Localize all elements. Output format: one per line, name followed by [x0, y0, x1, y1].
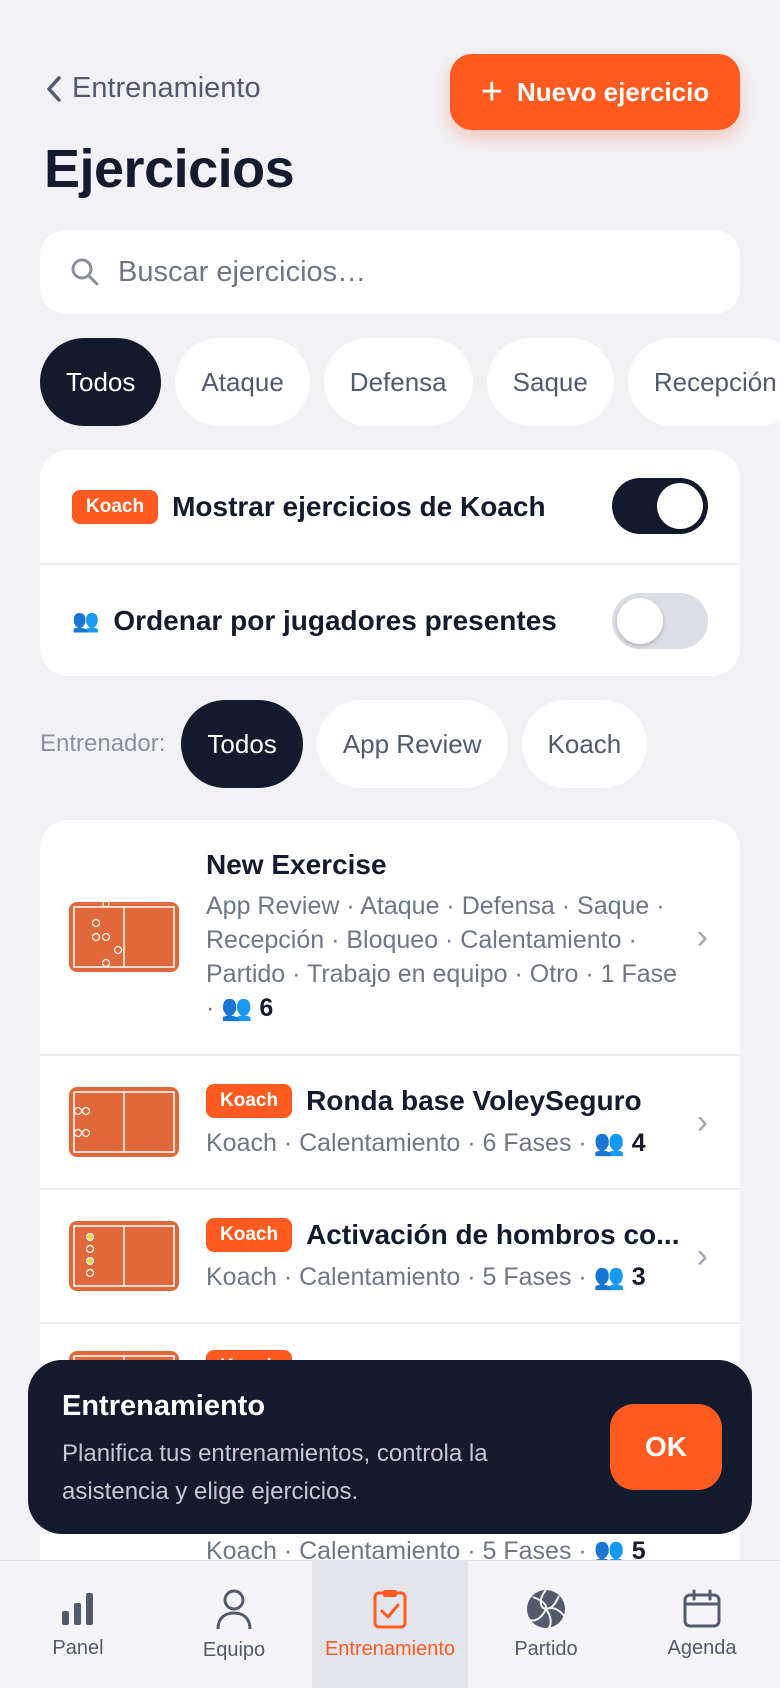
- player-count: 6: [259, 994, 274, 1022]
- toggle-knob: [657, 483, 703, 529]
- category-chip-todos[interactable]: Todos: [40, 338, 162, 426]
- back-label: Entrenamiento: [72, 72, 261, 104]
- trainer-chip-todos[interactable]: Todos: [181, 700, 303, 788]
- koach-toggle-row: Koach Mostrar ejercicios de Koach: [40, 450, 740, 563]
- search-input[interactable]: [118, 255, 678, 289]
- tab-label: Equipo: [202, 1639, 266, 1661]
- trainer-label: Entrenador:: [40, 730, 166, 757]
- trainer-chip-app-review[interactable]: App Review: [316, 700, 508, 788]
- exercise-name: Koach Activación de hombros co...: [206, 1218, 683, 1252]
- tab-entrenamiento[interactable]: Entrenamiento: [312, 1561, 468, 1688]
- tab-agenda[interactable]: Agenda: [624, 1561, 780, 1688]
- exercise-item[interactable]: New Exercise App Review · Ataque · Defen…: [40, 820, 740, 1056]
- category-chip-defensa[interactable]: Defensa: [323, 338, 473, 426]
- exercise-meta: Koach · Calentamiento · 5 Fases · 👥 3: [206, 1263, 646, 1291]
- court-thumbnail-icon: [69, 1087, 179, 1157]
- tab-label: Partido: [514, 1638, 578, 1660]
- toggle-knob: [617, 598, 663, 644]
- exercise-meta: App Review · Ataque · Defensa · Saque · …: [206, 892, 678, 1022]
- category-chip-ataque[interactable]: Ataque: [175, 338, 310, 426]
- calendar-icon: [683, 1589, 721, 1628]
- people-icon: 👥: [221, 994, 253, 1022]
- sort-by-players-toggle[interactable]: [612, 593, 708, 649]
- settings-card: Koach Mostrar ejercicios de Koach 👥 Orde…: [40, 450, 740, 676]
- show-koach-toggle[interactable]: [612, 478, 708, 534]
- category-chip-saque[interactable]: Saque: [486, 338, 614, 426]
- tab-partido[interactable]: Partido: [468, 1561, 624, 1688]
- back-button[interactable]: Entrenamiento: [44, 72, 261, 105]
- tab-panel[interactable]: Panel: [0, 1561, 156, 1688]
- exercise-name: Koach Ronda base VoleySeguro: [206, 1084, 683, 1118]
- exercise-meta: Koach · Calentamiento · 6 Fases · 👥 4: [206, 1129, 646, 1157]
- toast-body: Planifica tus entrenamientos, controla l…: [62, 1440, 488, 1505]
- category-filter: Todos Ataque Defensa Saque Recepción: [40, 338, 780, 426]
- bar-chart-icon: [62, 1593, 93, 1625]
- show-koach-label: Mostrar ejercicios de Koach: [172, 490, 546, 522]
- category-chip-recepcion[interactable]: Recepción: [627, 338, 780, 426]
- sort-by-players-label: Ordenar por jugadores presentes: [113, 604, 557, 636]
- koach-badge: Koach: [206, 1084, 293, 1118]
- sort-toggle-row: 👥 Ordenar por jugadores presentes: [40, 563, 740, 676]
- exercise-info: Koach Activación de hombros co... Koach ·…: [206, 1218, 683, 1294]
- exercise-item[interactable]: Koach Ronda base VoleySeguro Koach · Cale…: [40, 1056, 740, 1190]
- exercise-info: Koach Ronda base VoleySeguro Koach · Cale…: [206, 1084, 683, 1160]
- exercise-name: New Exercise: [206, 849, 387, 880]
- clipboard-check-icon: [373, 1590, 407, 1629]
- user-icon: [216, 1589, 252, 1630]
- tab-bar: Panel Equipo Entrenamiento Partido Agend…: [0, 1560, 780, 1688]
- tab-equipo[interactable]: Equipo: [156, 1561, 312, 1688]
- koach-badge: Koach: [206, 1218, 293, 1252]
- tab-label: Agenda: [667, 1637, 737, 1659]
- chevron-left-icon: [47, 75, 61, 102]
- new-exercise-button[interactable]: + Nuevo ejercicio: [450, 54, 740, 130]
- onboarding-toast: Entrenamiento Planifica tus entrenamient…: [28, 1360, 752, 1534]
- volleyball-icon: [527, 1589, 565, 1629]
- new-exercise-label: Nuevo ejercicio: [517, 76, 710, 107]
- people-icon: 👥: [593, 1263, 625, 1291]
- ok-button[interactable]: OK: [610, 1404, 722, 1490]
- tab-label: Entrenamiento: [324, 1638, 456, 1660]
- search-icon: [71, 258, 99, 286]
- plus-icon: +: [480, 71, 503, 113]
- chevron-right-icon: ›: [696, 1102, 708, 1141]
- tab-label: Panel: [52, 1637, 104, 1659]
- court-thumbnail-icon: [69, 901, 179, 972]
- trainer-filter: Entrenador: Todos App Review Koach: [40, 700, 661, 788]
- chevron-right-icon: ›: [696, 917, 708, 956]
- chevron-right-icon: ›: [696, 1236, 708, 1275]
- exercise-list: New Exercise App Review · Ataque · Defen…: [40, 820, 740, 1688]
- koach-badge: Koach: [72, 489, 159, 524]
- player-count: 3: [631, 1263, 646, 1291]
- page-title: Ejercicios: [44, 139, 295, 199]
- player-count: 4: [631, 1129, 646, 1157]
- top-bar: Entrenamiento + Nuevo ejercicio: [0, 0, 780, 140]
- exercise-info: New Exercise App Review · Ataque · Defen…: [206, 849, 683, 1025]
- trainer-chip-koach[interactable]: Koach: [521, 700, 648, 788]
- people-icon: 👥: [72, 607, 100, 633]
- exercise-item[interactable]: Koach Activación de hombros co... Koach ·…: [40, 1190, 740, 1324]
- court-thumbnail-icon: [69, 1221, 179, 1291]
- search-bar[interactable]: [40, 230, 740, 314]
- people-icon: 👥: [593, 1129, 625, 1157]
